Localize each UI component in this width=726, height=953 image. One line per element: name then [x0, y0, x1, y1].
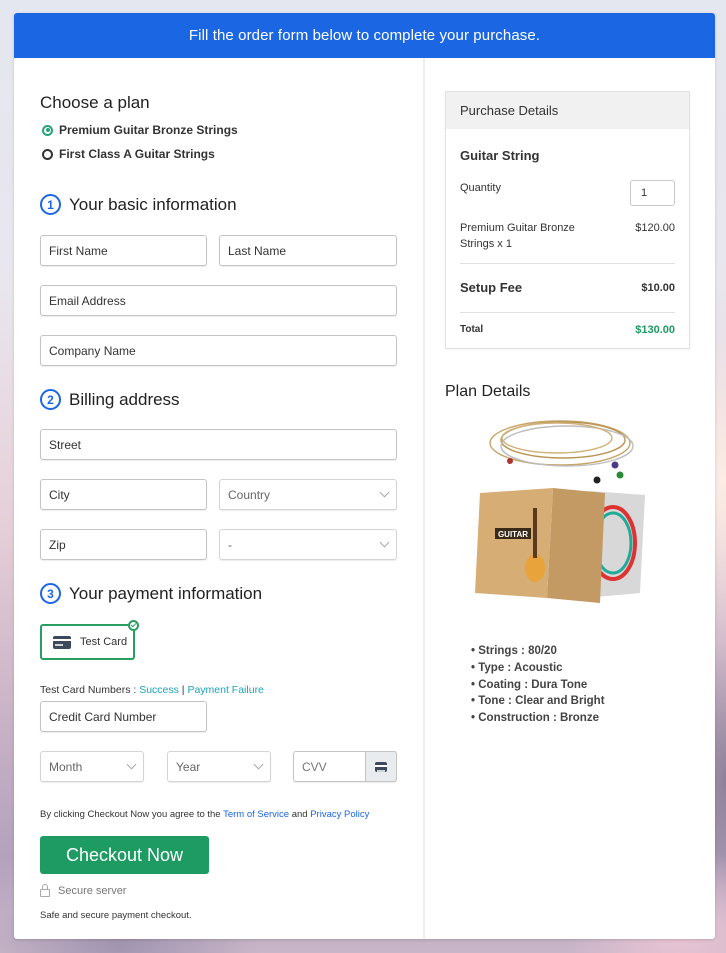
- cvv-card-button[interactable]: [365, 751, 397, 782]
- company-input[interactable]: Company Name: [40, 335, 397, 366]
- terms-and: and: [289, 809, 311, 820]
- guitar-neck: [533, 508, 537, 558]
- cvv-input[interactable]: CVV: [293, 751, 397, 782]
- privacy-policy-link[interactable]: Privacy Policy: [310, 809, 369, 820]
- chevron-down-icon: [253, 759, 264, 770]
- feature-item: Type : Acoustic: [471, 660, 605, 677]
- country-select[interactable]: Country: [219, 479, 397, 510]
- choose-plan-heading: Choose a plan: [40, 93, 150, 112]
- terms-prefix: By clicking Checkout Now you agree to th…: [40, 809, 224, 820]
- credit-card-icon: [375, 761, 387, 772]
- step-3-icon: 3: [40, 583, 61, 604]
- plan-option-label: Premium Guitar Bronze Strings: [59, 123, 238, 137]
- payment-failure-link[interactable]: Payment Failure: [187, 684, 263, 696]
- month-select-value: Month: [49, 759, 83, 774]
- email-input[interactable]: Email Address: [40, 285, 397, 316]
- chevron-down-icon: [126, 759, 137, 770]
- order-form-card: Fill the order form below to complete yo…: [14, 13, 715, 939]
- step-1-icon: 1: [40, 194, 61, 215]
- column-divider: [423, 58, 425, 939]
- string-ball-end: [593, 476, 601, 484]
- string-ball-end: [611, 461, 619, 469]
- total-price: $130.00: [635, 324, 675, 336]
- plan-option-label: First Class A Guitar Strings: [59, 147, 215, 161]
- line-item-row: Premium Guitar Bronze Strings x 1 $120.0…: [460, 220, 675, 252]
- radio-unchecked-icon[interactable]: [42, 148, 53, 160]
- setup-fee-price: $10.00: [641, 281, 675, 294]
- header-banner: Fill the order form below to complete yo…: [14, 13, 715, 58]
- secure-label: Secure server: [58, 885, 127, 897]
- string-ball-end: [507, 458, 513, 464]
- feature-item: Construction : Bronze: [471, 710, 605, 727]
- payment-method-label: Test Card: [80, 636, 128, 648]
- terms-of-service-link[interactable]: Term of Service: [223, 809, 289, 820]
- section-title: Your basic information: [69, 194, 237, 214]
- checkout-now-button[interactable]: Checkout Now: [40, 836, 209, 874]
- setup-fee-label: Setup Fee: [460, 280, 523, 295]
- feature-item: Coating : Dura Tone: [471, 677, 605, 694]
- product-name: Guitar String: [460, 148, 540, 163]
- test-numbers-label: Test Card Numbers :: [40, 684, 140, 696]
- string-ball-end: [616, 471, 624, 479]
- box-back: [547, 488, 605, 603]
- test-card-numbers: Test Card Numbers : Success | Payment Fa…: [40, 684, 264, 696]
- section-title: Your payment information: [69, 583, 263, 603]
- zip-input[interactable]: Zip: [40, 529, 207, 560]
- guitar-illustration: [525, 554, 545, 582]
- step-2-icon: 2: [40, 389, 61, 410]
- quantity-input[interactable]: 1: [630, 180, 675, 206]
- divider: [460, 263, 675, 264]
- box-front: [475, 488, 553, 598]
- quantity-row: Quantity 1: [460, 180, 675, 206]
- last-name-input[interactable]: Last Name: [219, 235, 397, 266]
- city-input[interactable]: City: [40, 479, 207, 510]
- total-row: Total $130.00: [460, 324, 675, 336]
- purchase-details-box: Purchase Details Guitar String Quantity …: [445, 91, 690, 349]
- section-title: Billing address: [69, 389, 180, 409]
- check-circle-icon: [128, 620, 139, 631]
- billing-heading: 2 Billing address: [40, 389, 180, 410]
- guitar-label-text: GUITAR: [498, 530, 528, 539]
- line-item-price: $120.00: [635, 222, 675, 234]
- divider: [460, 312, 675, 313]
- test-card-option[interactable]: Test Card: [40, 620, 139, 660]
- chevron-down-icon: [379, 487, 390, 498]
- quantity-label: Quantity: [460, 182, 501, 194]
- plan-details-heading: Plan Details: [445, 383, 531, 400]
- chevron-down-icon: [379, 537, 390, 548]
- terms-text: By clicking Checkout Now you agree to th…: [40, 809, 369, 820]
- first-name-input[interactable]: First Name: [40, 235, 207, 266]
- year-select-value: Year: [176, 759, 201, 774]
- street-input[interactable]: Street: [40, 429, 397, 460]
- setup-fee-row: Setup Fee $10.00: [460, 280, 675, 295]
- state-select-value: -: [228, 537, 232, 552]
- purchase-details-heading: Purchase Details: [446, 92, 689, 129]
- lock-icon: [40, 884, 50, 897]
- year-select[interactable]: Year: [167, 751, 271, 782]
- success-link[interactable]: Success: [139, 684, 179, 696]
- plan-option-premium[interactable]: Premium Guitar Bronze Strings: [42, 123, 238, 137]
- line-item-label: Premium Guitar Bronze Strings x 1: [460, 222, 575, 250]
- safe-checkout-text: Safe and secure payment checkout.: [40, 910, 192, 921]
- basic-info-heading: 1 Your basic information: [40, 194, 237, 215]
- secure-server-note: Secure server: [40, 884, 127, 897]
- guitar-strings-product-image: GUITAR: [475, 420, 645, 603]
- country-select-value: Country: [228, 487, 271, 502]
- feature-item: Strings : 80/20: [471, 643, 605, 660]
- state-select[interactable]: -: [219, 529, 397, 560]
- cvv-placeholder: CVV: [302, 759, 327, 774]
- month-select[interactable]: Month: [40, 751, 144, 782]
- plan-option-first-class[interactable]: First Class A Guitar Strings: [42, 147, 215, 161]
- card-number-input[interactable]: Credit Card Number: [40, 701, 207, 732]
- credit-card-icon: [53, 635, 71, 649]
- feature-item: Tone : Clear and Bright: [471, 693, 604, 710]
- plan-features-list: Strings : 80/20 Type : Acoustic Coating …: [471, 643, 605, 727]
- radio-checked-icon[interactable]: [42, 124, 53, 136]
- total-label: Total: [460, 324, 484, 335]
- payment-heading: 3 Your payment information: [40, 583, 262, 604]
